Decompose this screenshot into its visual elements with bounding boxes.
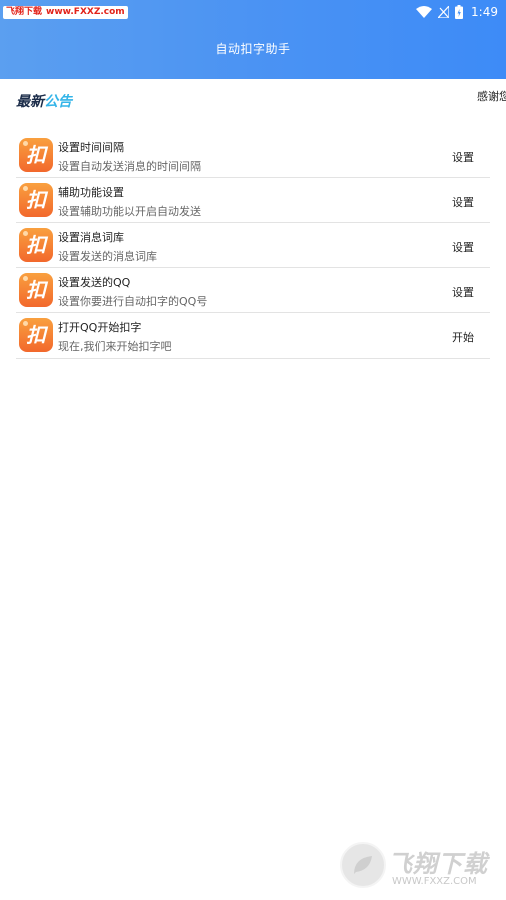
icon-glyph: 扣	[26, 143, 46, 167]
set-interval-button[interactable]: 设置	[452, 149, 474, 165]
watermark-brand: 飞翔下载	[6, 7, 43, 17]
watermark-cn: 飞翔下载	[388, 850, 488, 878]
settings-list: 扣 设置时间间隔 设置自动发送消息的时间间隔 设置 扣 辅助功能设置 设置辅助功…	[16, 133, 490, 359]
item-title: 设置消息词库	[58, 231, 124, 244]
status-icons: 1:49	[416, 3, 498, 21]
watermark-url: www.FXXZ.com	[46, 7, 125, 17]
watermark-url-bottom: WWW.FXXZ.COM	[392, 876, 477, 887]
app-title: 自动扣字助手	[215, 42, 291, 56]
notice-logo: 最新公告	[16, 91, 72, 111]
status-time: 1:49	[471, 5, 498, 19]
header: 飞翔下载 www.FXXZ.com 1:49 自动扣字助手	[0, 0, 506, 79]
notice-marquee-text[interactable]: 感谢您	[477, 88, 506, 104]
top-watermark: 飞翔下载 www.FXXZ.com	[3, 6, 128, 19]
icon-glyph: 扣	[26, 233, 46, 257]
item-title: 辅助功能设置	[58, 186, 124, 199]
set-wordlist-button[interactable]: 设置	[452, 239, 474, 255]
list-item-start[interactable]: 扣 打开QQ开始扣字 现在,我们来开始扣字吧 开始	[16, 313, 490, 359]
app-logo-icon: 扣	[19, 138, 53, 172]
app-logo-icon: 扣	[19, 273, 53, 307]
signal-icon	[438, 6, 450, 18]
status-bar: 飞翔下载 www.FXXZ.com 1:49	[0, 0, 506, 24]
app-logo-icon: 扣	[19, 228, 53, 262]
item-title: 设置时间间隔	[58, 141, 124, 154]
app-logo-icon: 扣	[19, 183, 53, 217]
list-item-wordlist[interactable]: 扣 设置消息词库 设置发送的消息词库 设置	[16, 223, 490, 268]
leaf-icon	[354, 856, 372, 874]
item-title: 设置发送的QQ	[58, 276, 131, 289]
app-logo-icon: 扣	[19, 318, 53, 352]
battery-icon	[455, 5, 464, 19]
item-desc: 设置发送的消息词库	[58, 250, 157, 263]
list-item-qq[interactable]: 扣 设置发送的QQ 设置你要进行自动扣字的QQ号 设置	[16, 268, 490, 313]
bottom-watermark: 飞翔下载 WWW.FXXZ.COM	[338, 838, 498, 890]
item-desc: 设置辅助功能以开启自动发送	[58, 205, 201, 218]
notice-bar: 最新公告 感谢您	[0, 79, 506, 117]
icon-glyph: 扣	[26, 188, 46, 212]
icon-glyph: 扣	[26, 323, 46, 347]
list-item-interval[interactable]: 扣 设置时间间隔 设置自动发送消息的时间间隔 设置	[16, 133, 490, 178]
set-qq-button[interactable]: 设置	[452, 284, 474, 300]
notice-logo-part1: 最新	[16, 94, 44, 110]
set-accessibility-button[interactable]: 设置	[452, 194, 474, 210]
start-button[interactable]: 开始	[452, 329, 474, 345]
notice-logo-part2: 公告	[44, 94, 72, 110]
wifi-icon	[416, 6, 433, 18]
icon-glyph: 扣	[26, 278, 46, 302]
item-desc: 现在,我们来开始扣字吧	[58, 340, 172, 353]
watermark-logo-icon	[340, 842, 386, 888]
list-item-accessibility[interactable]: 扣 辅助功能设置 设置辅助功能以开启自动发送 设置	[16, 178, 490, 223]
item-desc: 设置自动发送消息的时间间隔	[58, 160, 201, 173]
item-desc: 设置你要进行自动扣字的QQ号	[58, 295, 208, 308]
item-title: 打开QQ开始扣字	[58, 321, 142, 334]
